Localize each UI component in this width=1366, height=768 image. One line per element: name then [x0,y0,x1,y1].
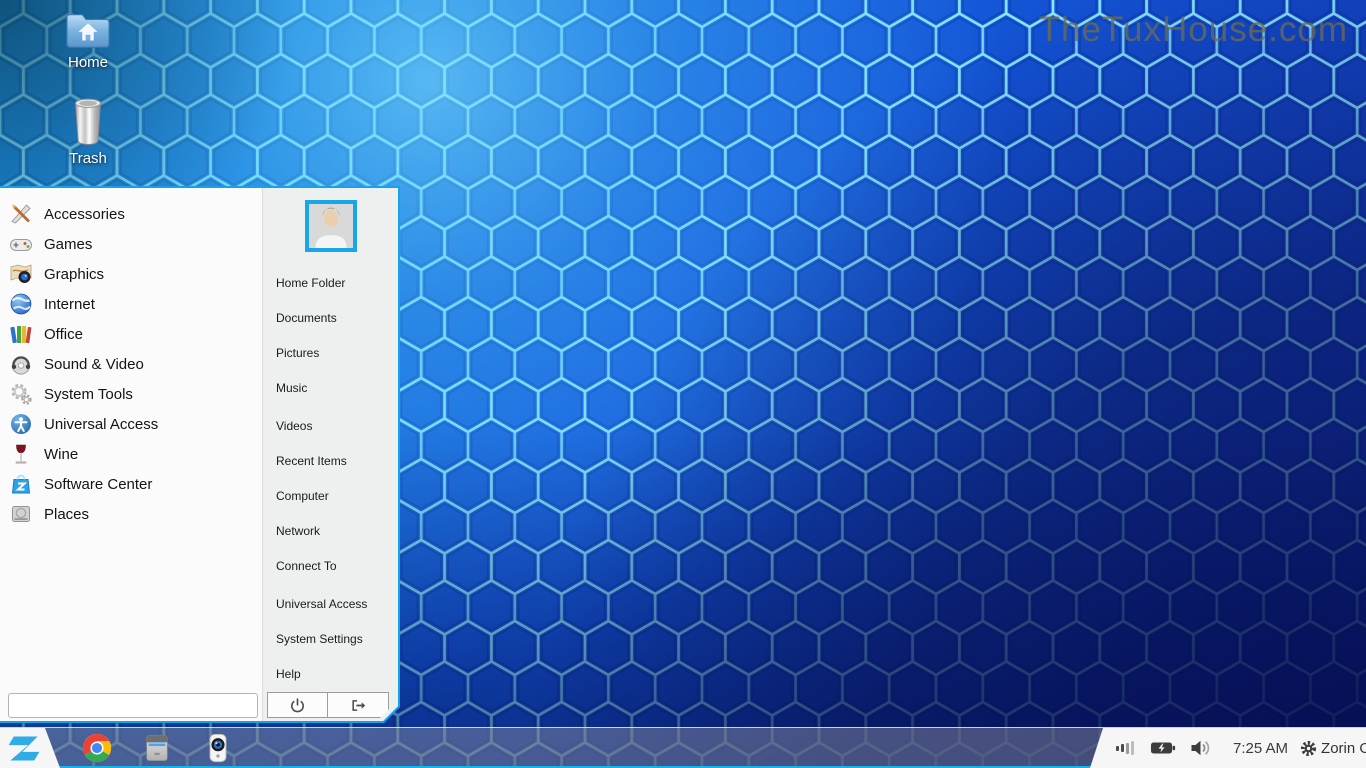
file-manager-icon [142,733,172,763]
media-app-launcher[interactable] [203,733,233,763]
app-menu-panel: Accessories Games [0,186,400,723]
accessories-icon [9,202,33,226]
desktop-icon-label: Trash [40,150,136,167]
zorin-os-settings-button[interactable]: Zorin OS [1300,740,1366,757]
shortcut-documents[interactable]: Documents [263,300,398,335]
power-icon [289,697,306,714]
menu-category-wine[interactable]: Wine [0,439,262,469]
media-app-icon [203,733,233,763]
power-button[interactable] [267,692,328,718]
menu-category-sound-video[interactable]: Sound & Video [0,349,262,379]
desktop-icon-home[interactable]: Home [40,10,136,71]
shortcut-videos[interactable]: Videos [263,408,398,443]
menu-category-label: Places [44,506,89,523]
shortcut-computer[interactable]: Computer [263,478,398,513]
menu-category-label: Wine [44,446,78,463]
zorin-menu-button[interactable] [0,728,60,768]
menu-category-office[interactable]: Office [0,319,262,349]
shortcut-pictures[interactable]: Pictures [263,335,398,370]
games-icon [9,232,33,256]
system-tools-icon [9,382,33,406]
menu-places-column: Home Folder Documents Pictures Music Vid… [262,188,398,721]
zorin-os-label: Zorin OS [1321,740,1366,757]
chrome-icon [82,733,112,763]
menu-category-label: Office [44,326,83,343]
shortcut-connect-to[interactable]: Connect To [263,548,398,583]
battery-charging-icon[interactable] [1150,740,1176,756]
shortcut-universal-access[interactable]: Universal Access [263,586,398,621]
menu-category-label: Universal Access [44,416,158,433]
user-avatar[interactable] [305,200,357,252]
taskbar: 7:25 AM Zorin OS [0,727,1366,768]
shortcut-network[interactable]: Network [263,513,398,548]
places-icon [9,502,33,526]
menu-category-software-center[interactable]: Software Center [0,469,262,499]
menu-category-places[interactable]: Places [0,499,262,529]
shortcut-music[interactable]: Music [263,370,398,405]
file-manager-launcher[interactable] [142,733,172,763]
office-icon [9,322,33,346]
menu-category-games[interactable]: Games [0,229,262,259]
menu-category-internet[interactable]: Internet [0,289,262,319]
menu-category-accessories[interactable]: Accessories [0,199,262,229]
network-signal-icon[interactable] [1116,741,1136,755]
menu-category-label: Games [44,236,92,253]
desktop-icon-trash[interactable]: Trash [40,96,136,167]
menu-category-label: Accessories [44,206,125,223]
menu-category-label: Internet [44,296,95,313]
sound-video-icon [9,352,33,376]
logout-icon [350,697,367,714]
app-menu-inner: Accessories Games [0,188,398,721]
menu-shortcut-list: Home Folder Documents Pictures Music Vid… [263,265,398,691]
avatar-image [309,204,353,248]
volume-icon[interactable] [1190,739,1213,757]
universal-access-icon [9,412,33,436]
menu-category-graphics[interactable]: Graphics [0,259,262,289]
zorin-logo-icon [6,734,42,763]
internet-icon [9,292,33,316]
menu-category-universal-access[interactable]: Universal Access [0,409,262,439]
session-buttons [267,692,389,718]
menu-category-system-tools[interactable]: System Tools [0,379,262,409]
wine-icon [9,442,33,466]
software-center-icon [9,472,33,496]
shortcut-home-folder[interactable]: Home Folder [263,265,398,300]
chrome-launcher[interactable] [82,733,112,763]
logout-button[interactable] [328,692,389,718]
taskbar-tray: 7:25 AM Zorin OS [1090,728,1366,768]
menu-category-label: Software Center [44,476,152,493]
menu-category-label: System Tools [44,386,133,403]
menu-category-list: Accessories Games [0,199,262,529]
shortcut-help[interactable]: Help [263,656,398,691]
menu-category-label: Graphics [44,266,104,283]
menu-search-input[interactable] [8,693,258,718]
gear-icon [1300,740,1317,757]
desktop-icon-label: Home [40,54,136,71]
menu-categories-column: Accessories Games [0,188,262,721]
menu-category-label: Sound & Video [44,356,144,373]
graphics-icon [9,262,33,286]
shortcut-recent-items[interactable]: Recent Items [263,443,398,478]
taskbar-clock[interactable]: 7:25 AM [1233,740,1288,757]
shortcut-system-settings[interactable]: System Settings [263,621,398,656]
wallpaper-watermark-text: TheTuxHouse.com [1039,10,1348,50]
trash-icon [69,96,107,146]
home-folder-icon [65,10,111,50]
